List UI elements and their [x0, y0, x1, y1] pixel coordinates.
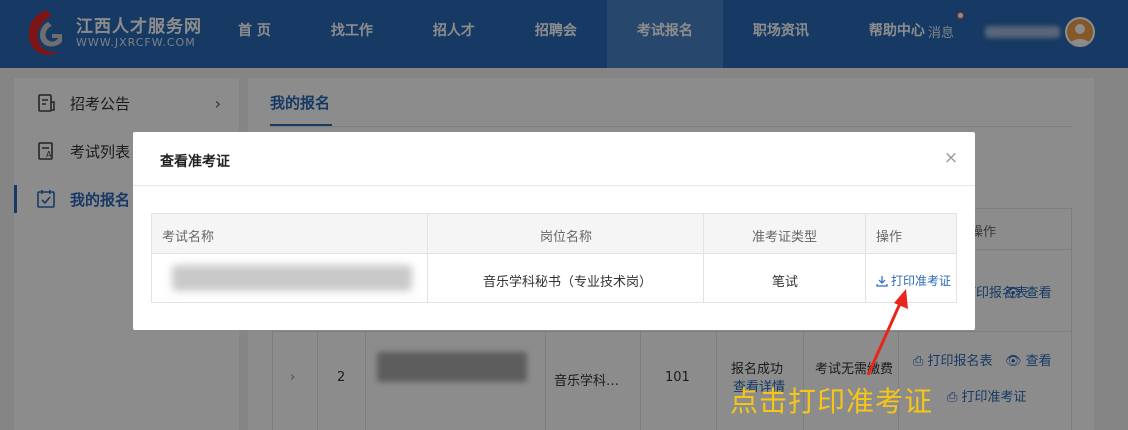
dialog-title: 查看准考证 [160, 154, 230, 170]
annotation-label: 点击打印准考证 [730, 385, 934, 418]
column-header-position-name: 岗位名称 [540, 230, 593, 245]
exam-name-blurred [172, 265, 412, 291]
column-header-ticket-type: 准考证类型 [752, 230, 818, 245]
column-header-exam-name: 考试名称 [162, 230, 215, 245]
col-exam-name: 考试名称 [152, 214, 428, 302]
admission-ticket-dialog: 查看准考证 × 考试名称 岗位名称 音乐学科秘书（专业技术岗） 准考证类型 笔试… [133, 132, 975, 330]
col-position-name: 岗位名称 音乐学科秘书（专业技术岗） [428, 214, 704, 302]
dialog-divider [133, 185, 975, 186]
close-icon[interactable]: × [941, 148, 961, 168]
admission-table: 考试名称 岗位名称 音乐学科秘书（专业技术岗） 准考证类型 笔试 操作 打印准考… [151, 213, 957, 303]
col-ticket-type: 准考证类型 笔试 [704, 214, 866, 302]
ticket-type: 笔试 [772, 275, 799, 290]
annotation-arrow-icon [866, 289, 908, 376]
position-name: 音乐学科秘书（专业技术岗） [483, 275, 653, 290]
column-header-action: 操作 [876, 230, 903, 245]
